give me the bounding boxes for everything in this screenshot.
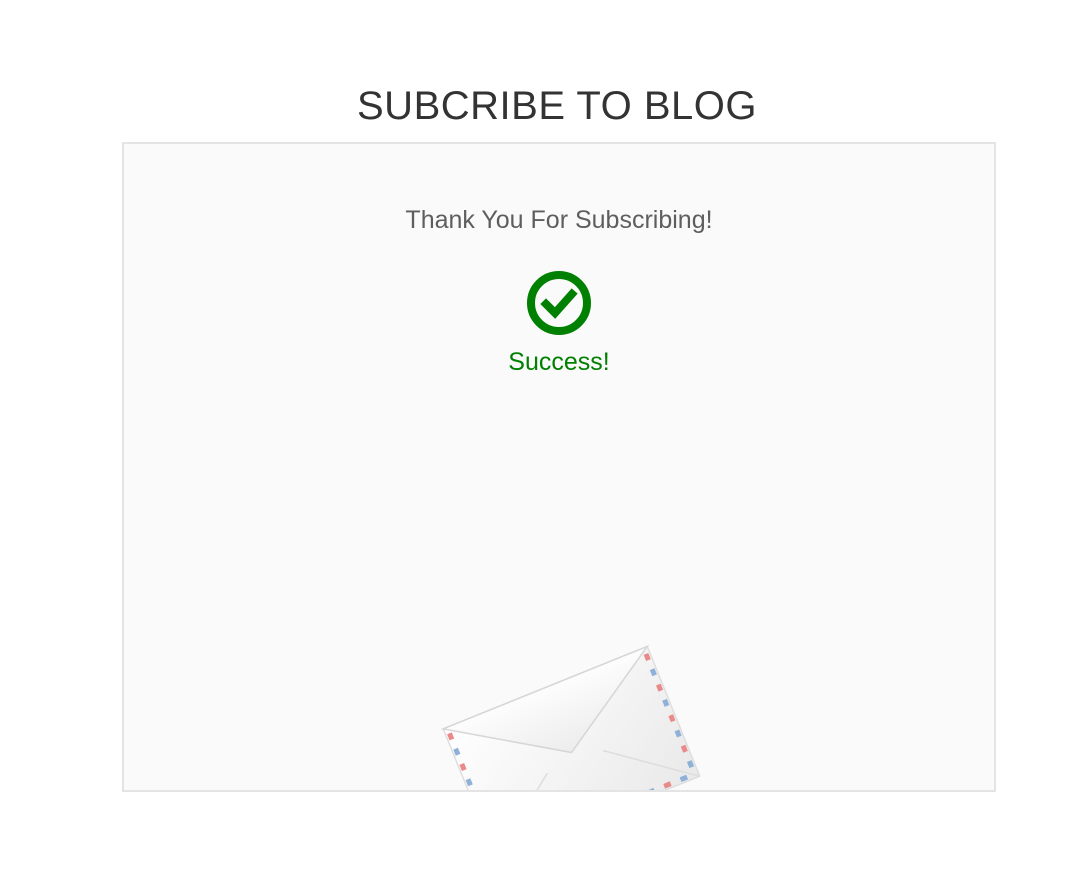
airmail-stripe (649, 668, 657, 677)
airmail-stripe (646, 787, 656, 790)
airmail-stripe (643, 652, 651, 661)
airmail-stripe (668, 714, 676, 723)
airmail-stripe (674, 729, 682, 738)
airmail-stripe (656, 683, 664, 692)
airmail-stripe (662, 698, 670, 707)
airmail-stripe (459, 763, 467, 772)
subscribe-page: SUBCRIBE TO BLOG Thank You For Subscribi… (0, 0, 1090, 890)
airmail-stripe (679, 774, 689, 782)
subscribe-panel: Thank You For Subscribing! Success! (122, 142, 996, 792)
success-status-text: Success! (508, 348, 610, 376)
airmail-stripe (465, 778, 473, 787)
airmail-stripe (453, 747, 461, 756)
envelope-icon (424, 614, 704, 790)
airmail-stripe (686, 760, 695, 769)
airmail-stripe (663, 781, 672, 789)
airmail-stripe (680, 744, 688, 753)
thank-you-message: Thank You For Subscribing! (405, 206, 713, 234)
airmail-stripe (447, 732, 455, 741)
check-circle-icon (526, 270, 592, 336)
page-title: SUBCRIBE TO BLOG (357, 84, 757, 128)
